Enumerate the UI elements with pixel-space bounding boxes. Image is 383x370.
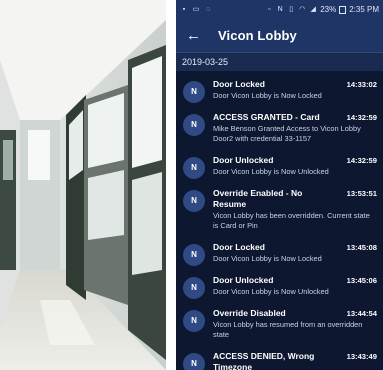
- event-avatar: N: [183, 244, 205, 266]
- event-avatar: N: [183, 353, 205, 370]
- event-item[interactable]: N Override Enabled - No Resume 13:53:51 …: [176, 182, 383, 236]
- signal-icon: ◢: [310, 5, 316, 13]
- sim-icon: ▫: [267, 5, 271, 13]
- event-time: 14:33:02: [346, 80, 377, 89]
- notification-icon: ▪: [182, 5, 186, 13]
- arrow-left-icon[interactable]: ←: [186, 26, 204, 46]
- status-time: 2:35 PM: [349, 5, 379, 14]
- event-description: Mike Benson Granted Access to Vicon Lobb…: [213, 124, 361, 143]
- event-time: 13:53:51: [346, 189, 377, 198]
- event-description: Door Vicon Lobby is Now Unlocked: [213, 287, 329, 296]
- date-header: 2019-03-25: [176, 52, 383, 71]
- event-time: 13:45:06: [346, 276, 377, 285]
- event-time: 14:32:59: [346, 156, 377, 165]
- nfc-icon: N: [277, 5, 283, 13]
- event-item[interactable]: N Door Locked 13:45:08 Door Vicon Lobby …: [176, 236, 383, 269]
- wifi-icon: ◠: [299, 5, 306, 13]
- event-avatar: N: [183, 190, 205, 212]
- phone-screen: ▪ ▭ ◌ ▫ N ▯ ◠ ◢ 23% 2:35 PM ← Vicon Lobb…: [176, 0, 383, 370]
- event-item[interactable]: N Door Locked 14:33:02 Door Vicon Lobby …: [176, 73, 383, 106]
- event-time: 14:32:59: [346, 113, 377, 122]
- event-description: Door Vicon Lobby is Now Unlocked: [213, 167, 329, 176]
- event-avatar: N: [183, 277, 205, 299]
- event-time: 13:43:49: [346, 352, 377, 361]
- page-title: Vicon Lobby: [218, 28, 297, 43]
- event-time: 13:45:08: [346, 243, 377, 252]
- event-description: Door Vicon Lobby is Now Locked: [213, 91, 322, 100]
- event-item[interactable]: N Door Unlocked 14:32:59 Door Vicon Lobb…: [176, 149, 383, 182]
- status-bar: ▪ ▭ ◌ ▫ N ▯ ◠ ◢ 23% 2:35 PM: [176, 0, 383, 19]
- battery-percent: 23%: [320, 5, 337, 14]
- sync-icon: ◌: [205, 5, 211, 13]
- battery-icon: [339, 5, 347, 14]
- vibrate-icon: ▯: [289, 5, 294, 13]
- event-description: Door Vicon Lobby is Now Locked: [213, 254, 322, 263]
- app-bar: ← Vicon Lobby: [176, 19, 383, 52]
- event-list: N Door Locked 14:33:02 Door Vicon Lobby …: [176, 71, 383, 370]
- event-time: 13:44:54: [346, 309, 377, 318]
- cast-icon: ▭: [192, 5, 200, 13]
- event-avatar: N: [183, 81, 205, 103]
- event-avatar: N: [183, 157, 205, 179]
- event-avatar: N: [183, 114, 205, 136]
- event-item[interactable]: N Override Disabled 13:44:54 Vicon Lobby…: [176, 302, 383, 345]
- event-item[interactable]: N Door Unlocked 13:45:06 Door Vicon Lobb…: [176, 269, 383, 302]
- event-description: Vicon Lobby has been overridden. Current…: [213, 211, 370, 230]
- event-item[interactable]: N ACCESS DENIED, Wrong Timezone 13:43:49: [176, 345, 383, 370]
- hallway-photo: [0, 0, 166, 370]
- event-description: Vicon Lobby has resumed from an overridd…: [213, 320, 363, 339]
- event-avatar: N: [183, 310, 205, 332]
- event-item[interactable]: N ACCESS GRANTED - Card 14:32:59 Mike Be…: [176, 106, 383, 149]
